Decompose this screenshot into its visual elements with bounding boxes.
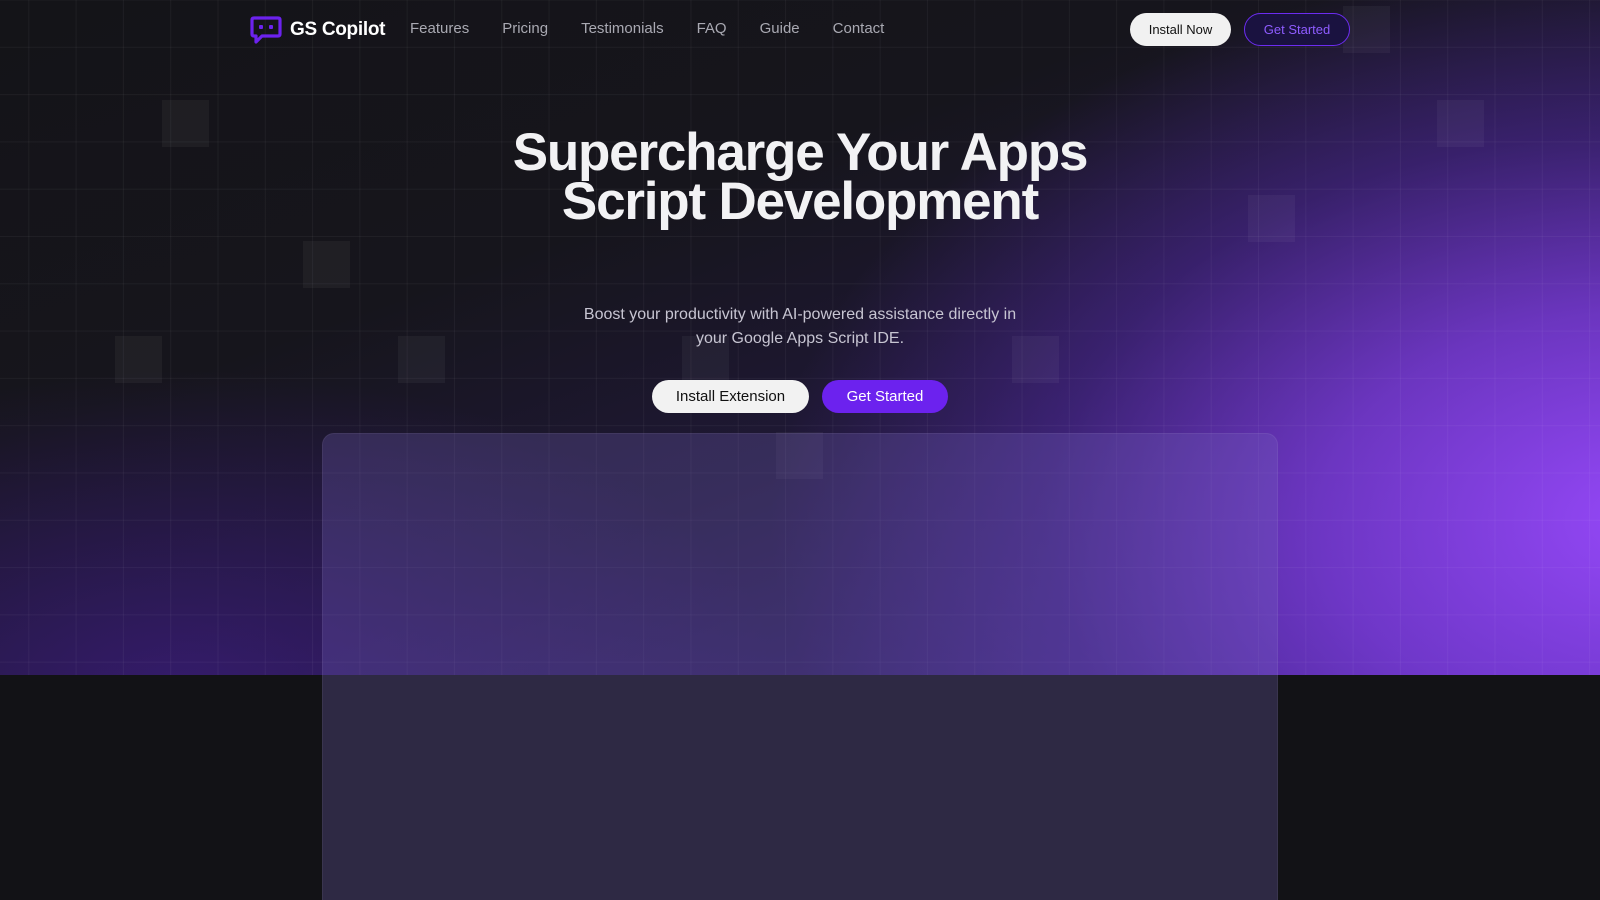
install-now-button[interactable]: Install Now: [1130, 13, 1231, 46]
landing-page: GS Copilot Features Pricing Testimonials…: [0, 0, 1600, 900]
product-preview-panel: [322, 433, 1278, 900]
grid-tile: [1248, 195, 1295, 242]
hero-get-started-button[interactable]: Get Started: [822, 380, 948, 413]
top-navbar: GS Copilot Features Pricing Testimonials…: [0, 0, 1600, 60]
brand-name: GS Copilot: [290, 19, 386, 40]
nav-get-started-button[interactable]: Get Started: [1244, 13, 1350, 46]
grid-tile: [162, 100, 209, 147]
hero-title: Supercharge Your Apps Script Development: [512, 123, 1089, 231]
chat-bubble-icon: [250, 16, 282, 44]
nav-link-guide[interactable]: Guide: [760, 20, 800, 37]
nav-link-features[interactable]: Features: [410, 20, 469, 37]
hero-subtitle: Boost your productivity with AI-powered …: [583, 306, 1017, 347]
grid-tile: [1437, 100, 1484, 147]
grid-tile: [398, 336, 445, 383]
nav-links: Features Pricing Testimonials FAQ Guide …: [410, 20, 917, 37]
grid-tile: [115, 336, 162, 383]
nav-link-testimonials[interactable]: Testimonials: [581, 20, 664, 37]
nav-link-faq[interactable]: FAQ: [697, 20, 727, 37]
nav-link-contact[interactable]: Contact: [833, 20, 885, 37]
nav-link-pricing[interactable]: Pricing: [502, 20, 548, 37]
grid-tile: [303, 241, 350, 288]
brand-logo[interactable]: GS Copilot: [250, 16, 385, 44]
install-extension-button[interactable]: Install Extension: [652, 380, 809, 413]
